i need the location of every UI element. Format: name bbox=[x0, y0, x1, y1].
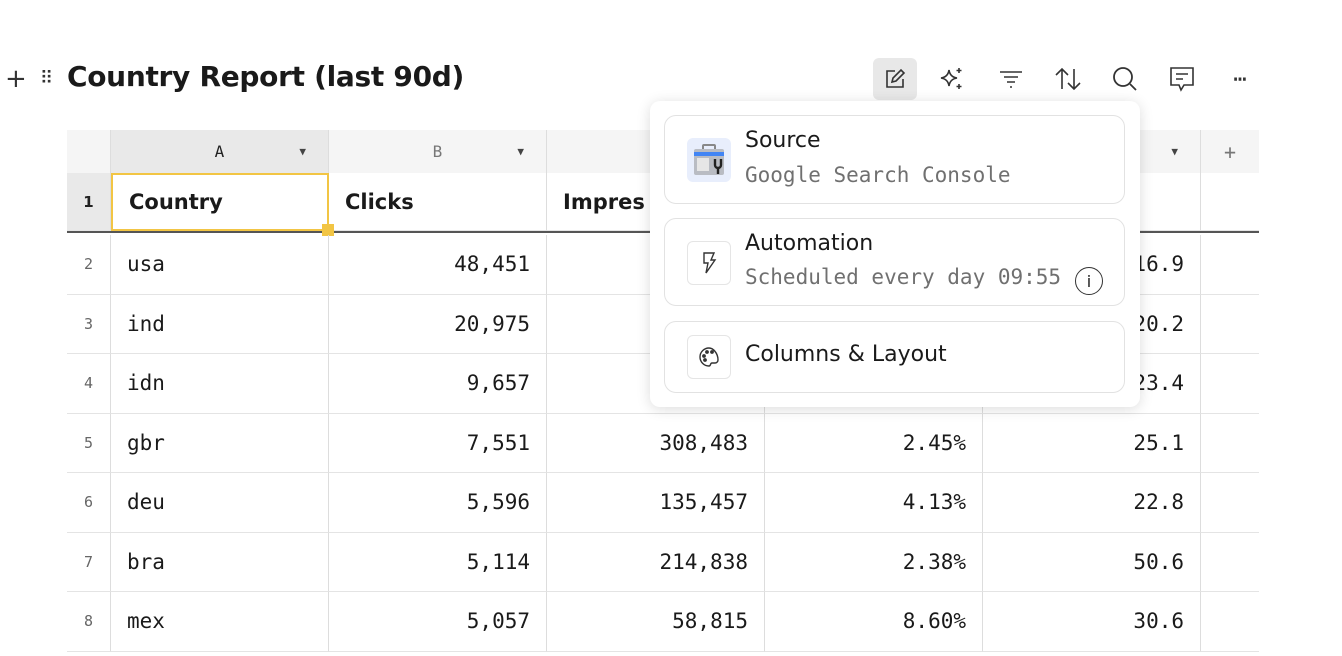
row-number[interactable]: 2 bbox=[67, 235, 111, 295]
row-number[interactable]: 6 bbox=[67, 473, 111, 533]
lightning-icon bbox=[687, 241, 731, 285]
search-console-icon bbox=[687, 138, 731, 182]
palette-icon bbox=[687, 335, 731, 379]
cell bbox=[1201, 473, 1259, 533]
caret-down-icon[interactable]: ▼ bbox=[1171, 145, 1178, 158]
cell bbox=[1201, 173, 1259, 231]
cell bbox=[1201, 533, 1259, 592]
cell[interactable]: idn bbox=[111, 354, 329, 414]
cell[interactable]: 2.38% bbox=[765, 532, 983, 592]
sparkle-icon bbox=[940, 68, 962, 89]
source-subtitle: Google Search Console bbox=[745, 163, 1011, 187]
cell[interactable]: 4.13% bbox=[765, 473, 983, 533]
row-number[interactable]: 5 bbox=[67, 413, 111, 473]
cell bbox=[1201, 592, 1259, 652]
table-row: 6 deu 5,596 135,457 4.13% 22.8 bbox=[67, 473, 1259, 533]
cell[interactable]: 5,057 bbox=[329, 592, 547, 652]
table-row: 7 bra 5,114 214,838 2.38% 50.6 bbox=[67, 532, 1259, 592]
page-title: Country Report (last 90d) bbox=[67, 60, 465, 93]
columns-layout-title: Columns & Layout bbox=[745, 342, 947, 367]
comment-button[interactable] bbox=[1160, 58, 1204, 100]
table-row: 8 mex 5,057 58,815 8.60% 30.6 bbox=[67, 592, 1259, 652]
cell[interactable]: 25.1 bbox=[983, 413, 1201, 473]
cell[interactable]: 30.6 bbox=[983, 592, 1201, 652]
drag-handle-icon[interactable]: ⠿ bbox=[40, 68, 53, 89]
cell[interactable]: 8.60% bbox=[765, 592, 983, 652]
add-block-icon[interactable]: + bbox=[5, 64, 27, 94]
cell[interactable]: 5,596 bbox=[329, 473, 547, 533]
selected-cell[interactable]: Country bbox=[111, 173, 334, 236]
caret-down-icon[interactable]: ▼ bbox=[517, 145, 524, 158]
automation-card[interactable]: Automation Scheduled every day 09:55 i bbox=[664, 218, 1125, 306]
columns-layout-card[interactable]: Columns & Layout bbox=[664, 321, 1125, 393]
cell[interactable]: 7,551 bbox=[329, 413, 547, 473]
column-header-b[interactable]: B ▼ bbox=[329, 130, 547, 173]
cell[interactable]: 20,975 bbox=[329, 294, 547, 354]
cell[interactable]: bra bbox=[111, 532, 329, 592]
search-icon bbox=[1113, 67, 1137, 91]
automation-title: Automation bbox=[745, 231, 874, 256]
filter-button[interactable] bbox=[989, 58, 1033, 100]
row-number[interactable]: 4 bbox=[67, 354, 111, 414]
ai-button[interactable] bbox=[930, 58, 974, 100]
add-column-button[interactable]: + bbox=[1201, 130, 1259, 173]
cell[interactable]: ind bbox=[111, 294, 329, 354]
table-row: 5 gbr 7,551 308,483 2.45% 25.1 bbox=[67, 413, 1259, 473]
cell[interactable]: 308,483 bbox=[547, 413, 765, 473]
row-number[interactable]: 7 bbox=[67, 532, 111, 592]
search-button[interactable] bbox=[1103, 58, 1147, 100]
cell[interactable]: 9,657 bbox=[329, 354, 547, 414]
cell[interactable]: 22.8 bbox=[983, 473, 1201, 533]
cell[interactable]: gbr bbox=[111, 413, 329, 473]
column-letter: B bbox=[432, 142, 443, 161]
row-number[interactable]: 8 bbox=[67, 592, 111, 652]
more-button[interactable]: ⋯ bbox=[1218, 58, 1262, 100]
cell[interactable]: 135,457 bbox=[547, 473, 765, 533]
row-number[interactable]: 1 bbox=[67, 173, 111, 231]
caret-down-icon[interactable]: ▼ bbox=[299, 145, 306, 158]
cell[interactable]: usa bbox=[111, 235, 329, 295]
source-title: Source bbox=[745, 128, 821, 153]
cell[interactable]: 50.6 bbox=[983, 532, 1201, 592]
column-letter: A bbox=[214, 142, 225, 161]
cell[interactable]: 5,114 bbox=[329, 532, 547, 592]
row-number[interactable]: 3 bbox=[67, 294, 111, 354]
cell[interactable]: mex bbox=[111, 592, 329, 652]
sort-button[interactable] bbox=[1046, 58, 1090, 100]
cell[interactable]: 48,451 bbox=[329, 235, 547, 295]
cell[interactable]: Clicks bbox=[329, 173, 547, 231]
comment-icon bbox=[1170, 67, 1194, 92]
cell[interactable]: 214,838 bbox=[547, 532, 765, 592]
info-icon[interactable]: i bbox=[1075, 267, 1103, 295]
cell-text: Country bbox=[129, 190, 223, 214]
more-icon: ⋯ bbox=[1233, 66, 1247, 92]
cell bbox=[1201, 295, 1259, 354]
automation-subtitle: Scheduled every day 09:55 bbox=[745, 265, 1062, 289]
cell[interactable]: 2.45% bbox=[765, 413, 983, 473]
sort-icon bbox=[1055, 67, 1081, 91]
cell[interactable]: deu bbox=[111, 473, 329, 533]
source-card[interactable]: Source Google Search Console bbox=[664, 115, 1125, 204]
cell[interactable]: 58,815 bbox=[547, 592, 765, 652]
cell bbox=[1201, 354, 1259, 414]
corner-cell[interactable] bbox=[67, 130, 111, 173]
filter-icon bbox=[1000, 71, 1022, 88]
table-settings-popover: Source Google Search Console Automation … bbox=[650, 101, 1140, 407]
edit-icon bbox=[886, 68, 906, 88]
cell bbox=[1201, 414, 1259, 473]
edit-button[interactable] bbox=[873, 58, 917, 100]
column-header-a[interactable]: A ▼ bbox=[111, 130, 329, 173]
cell bbox=[1201, 235, 1259, 295]
